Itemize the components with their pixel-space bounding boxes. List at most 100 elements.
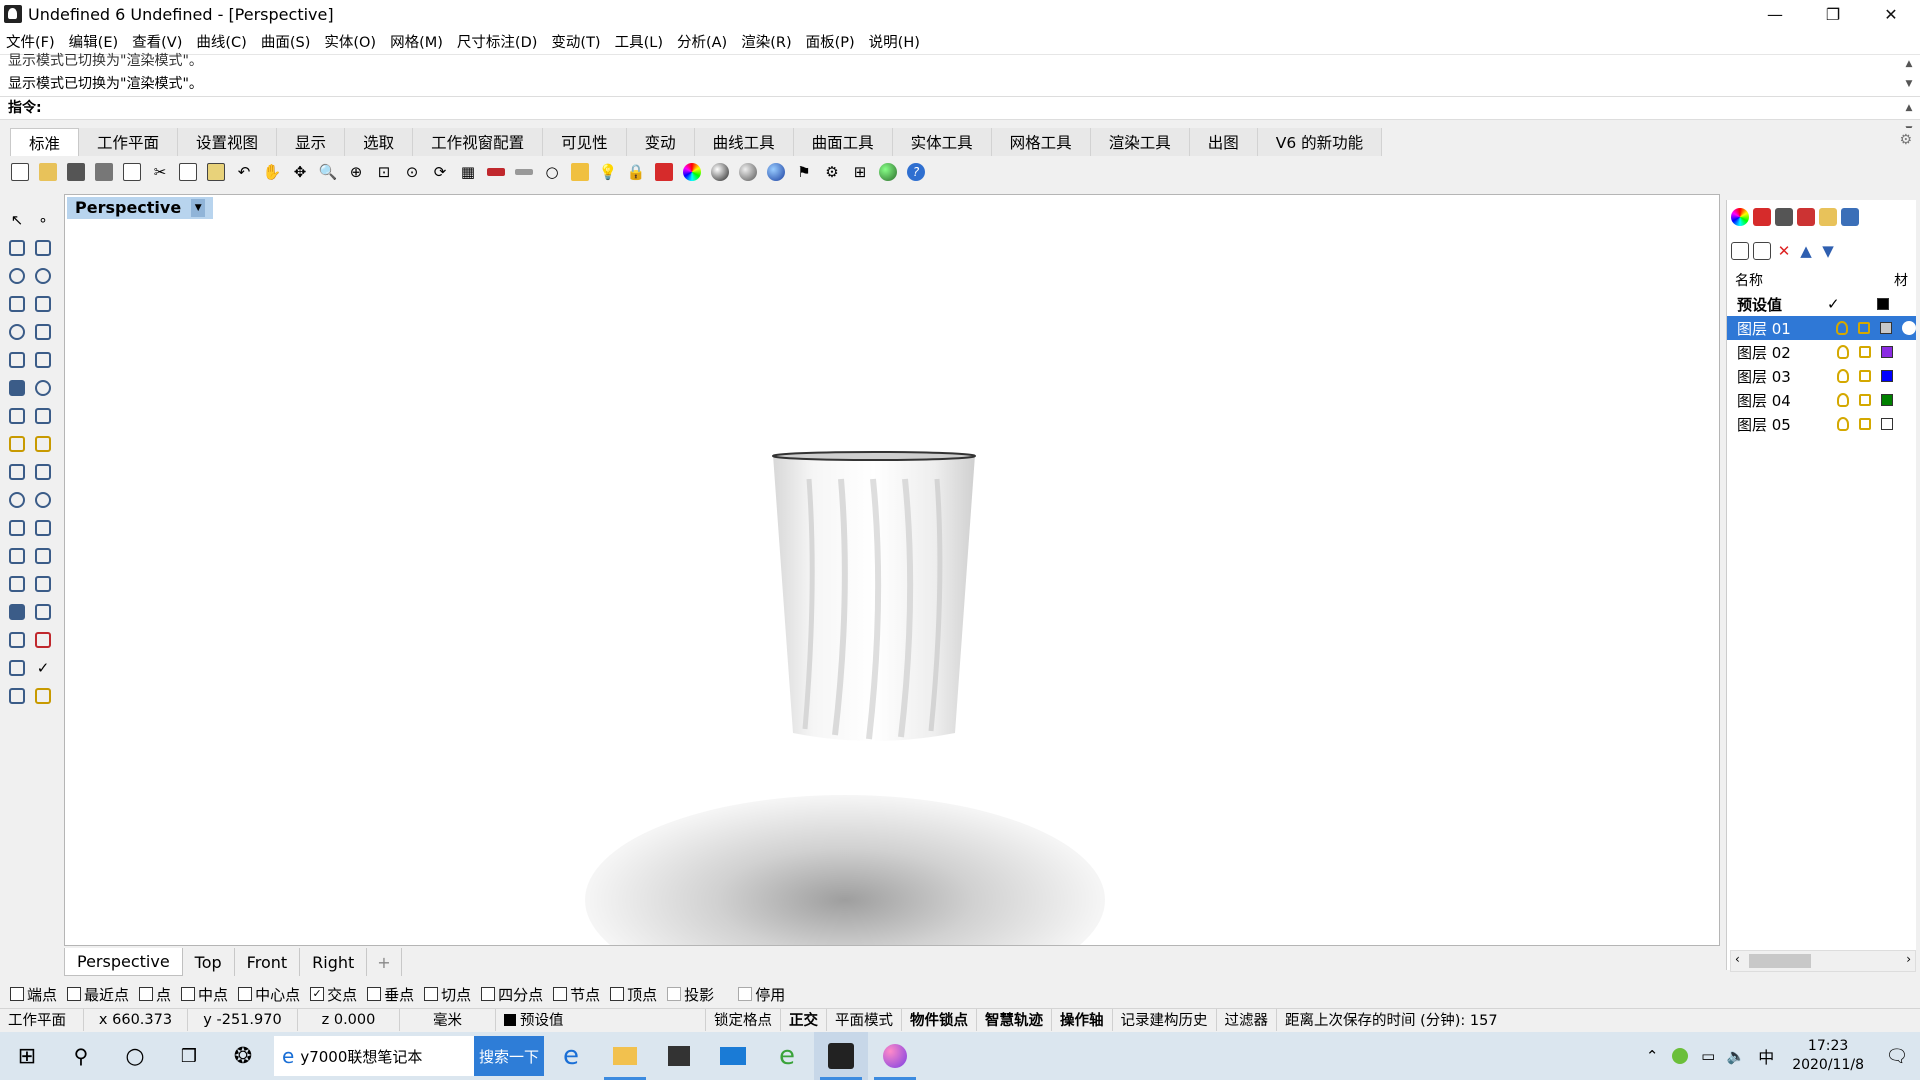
menu-dimension[interactable]: 尺寸标注(D) bbox=[457, 31, 537, 52]
render-tab-icon[interactable] bbox=[1775, 208, 1793, 226]
scrollbar-thumb[interactable] bbox=[1749, 954, 1811, 968]
tab-standard[interactable]: 标准 bbox=[10, 128, 80, 156]
move-down-icon[interactable]: ▼ bbox=[1819, 242, 1837, 260]
move-tool-icon[interactable] bbox=[32, 573, 54, 595]
windows-start-icon[interactable]: ⊞ bbox=[0, 1032, 54, 1080]
status-osnap[interactable]: 物件锁点 bbox=[902, 1008, 977, 1031]
cylinder-tool-icon[interactable] bbox=[6, 405, 28, 427]
tab-display[interactable]: 显示 bbox=[277, 128, 346, 156]
osnap-tan[interactable]: 切点 bbox=[424, 984, 471, 1005]
curve-icon[interactable] bbox=[32, 237, 54, 259]
materials-tab-icon[interactable] bbox=[1797, 208, 1815, 226]
trim-tool-icon[interactable] bbox=[6, 517, 28, 539]
shield-tool-icon[interactable] bbox=[6, 657, 28, 679]
tool-icon[interactable] bbox=[512, 160, 536, 184]
rhino-taskbar-icon[interactable] bbox=[814, 1032, 868, 1080]
store-icon[interactable] bbox=[652, 1032, 706, 1080]
menu-view[interactable]: 查看(V) bbox=[132, 31, 182, 52]
scale-tool-icon[interactable] bbox=[32, 545, 54, 567]
viewport-dropdown-icon[interactable]: ▼ bbox=[191, 199, 206, 217]
tab-select[interactable]: 选取 bbox=[345, 128, 414, 156]
select-arrow-icon[interactable]: ↖ bbox=[6, 209, 28, 231]
menu-render[interactable]: 渲染(R) bbox=[741, 31, 791, 52]
pan-icon[interactable]: ✋ bbox=[260, 160, 284, 184]
menu-analyze[interactable]: 分析(A) bbox=[677, 31, 727, 52]
osnap-quad[interactable]: 四分点 bbox=[481, 984, 543, 1005]
group-tool-icon[interactable] bbox=[32, 489, 54, 511]
new-sublayer-icon[interactable] bbox=[1753, 242, 1771, 260]
layer-color-swatch[interactable] bbox=[1881, 370, 1893, 382]
circle-tool-icon[interactable] bbox=[6, 265, 28, 287]
status-filter[interactable]: 过滤器 bbox=[1217, 1008, 1277, 1031]
osnap-vertex[interactable]: 顶点 bbox=[610, 984, 657, 1005]
scroll-down-icon[interactable]: ▼ bbox=[1902, 79, 1916, 89]
settings-gear-icon[interactable]: ⚙ bbox=[1899, 132, 1912, 148]
osnap-point[interactable]: 点 bbox=[139, 984, 171, 1005]
menu-file[interactable]: 文件(F) bbox=[6, 31, 55, 52]
properties-tab-icon[interactable] bbox=[1731, 208, 1749, 226]
menu-curve[interactable]: 曲线(C) bbox=[196, 31, 246, 52]
libraries-tab-icon[interactable] bbox=[1819, 208, 1837, 226]
osnap-disable[interactable]: 停用 bbox=[738, 984, 785, 1005]
osnap-near[interactable]: 最近点 bbox=[67, 984, 129, 1005]
layer-row-default[interactable]: 预设值 ✓ bbox=[1727, 292, 1916, 316]
cortana-icon[interactable]: ○ bbox=[108, 1032, 162, 1080]
print-icon[interactable] bbox=[92, 160, 116, 184]
notification-icon[interactable]: 🗨 bbox=[1874, 1032, 1920, 1080]
layer-color-swatch[interactable] bbox=[1881, 418, 1893, 430]
paint-tool-icon[interactable] bbox=[32, 685, 54, 707]
menu-solid[interactable]: 实体(O) bbox=[324, 31, 376, 52]
layer-row[interactable]: 图层 05 bbox=[1727, 412, 1916, 436]
open-icon[interactable] bbox=[36, 160, 60, 184]
layer-row[interactable]: 图层 02 bbox=[1727, 340, 1916, 364]
command-line[interactable]: 指令: ▲▼ bbox=[0, 96, 1920, 135]
tab-new-in-v6[interactable]: V6 的新功能 bbox=[1257, 128, 1383, 156]
menu-transform[interactable]: 变动(T) bbox=[551, 31, 600, 52]
zoom-window-icon[interactable]: ⊕ bbox=[344, 160, 368, 184]
grid-array-icon[interactable] bbox=[6, 629, 28, 651]
vptab-top[interactable]: Top bbox=[182, 948, 235, 976]
zoom-icon[interactable]: 🔍 bbox=[316, 160, 340, 184]
lock-icon[interactable] bbox=[1858, 322, 1871, 334]
layer-color-swatch[interactable] bbox=[1877, 298, 1889, 310]
search-icon[interactable]: ⚲ bbox=[54, 1032, 108, 1080]
layers-tab-icon[interactable] bbox=[1753, 208, 1771, 226]
lock-icon[interactable] bbox=[1859, 346, 1871, 358]
tab-set-view[interactable]: 设置视图 bbox=[178, 128, 278, 156]
menu-mesh[interactable]: 网格(M) bbox=[390, 31, 443, 52]
bulb-icon[interactable] bbox=[1836, 321, 1849, 335]
ellipse-tool-icon[interactable] bbox=[32, 265, 54, 287]
layer-color-swatch[interactable] bbox=[1881, 394, 1893, 406]
edge-browser-icon[interactable]: e bbox=[544, 1032, 598, 1080]
add-viewport-icon[interactable]: + bbox=[367, 948, 402, 976]
polygon-tool-icon[interactable] bbox=[6, 293, 28, 315]
scroll-left-icon[interactable]: ‹ bbox=[1735, 952, 1740, 966]
vptab-right[interactable]: Right bbox=[300, 948, 368, 976]
layer-material-icon[interactable] bbox=[1902, 321, 1916, 335]
sphere-icon[interactable] bbox=[708, 160, 732, 184]
paste-icon[interactable] bbox=[204, 160, 228, 184]
solid-edit-icon[interactable] bbox=[6, 601, 28, 623]
tab-transform[interactable]: 变动 bbox=[626, 128, 695, 156]
flag-icon[interactable]: ⚑ bbox=[792, 160, 816, 184]
explode-tool-icon[interactable] bbox=[32, 433, 54, 455]
menu-panels[interactable]: 面板(P) bbox=[806, 31, 855, 52]
layer-row[interactable]: 图层 04 bbox=[1727, 388, 1916, 412]
array-tool-icon[interactable] bbox=[6, 573, 28, 595]
color-app-icon[interactable] bbox=[868, 1032, 922, 1080]
tab-curve-tools[interactable]: 曲线工具 bbox=[694, 128, 794, 156]
viewport-title[interactable]: Perspective ▼ bbox=[67, 197, 214, 219]
box-tool-icon[interactable] bbox=[6, 377, 28, 399]
move-up-icon[interactable]: ▲ bbox=[1797, 242, 1815, 260]
select-icon[interactable] bbox=[568, 160, 592, 184]
arc-tool-icon[interactable] bbox=[6, 321, 28, 343]
new-layer-icon[interactable] bbox=[1731, 242, 1749, 260]
close-button[interactable]: ✕ bbox=[1862, 0, 1920, 28]
mesh-tool-icon[interactable] bbox=[6, 433, 28, 455]
status-planar[interactable]: 平面模式 bbox=[827, 1008, 902, 1031]
scroll-up-icon[interactable]: ▲ bbox=[1902, 59, 1916, 69]
osnap-center[interactable]: 中心点 bbox=[238, 984, 300, 1005]
layer-icon[interactable] bbox=[652, 160, 676, 184]
rendered-cup[interactable] bbox=[769, 449, 979, 749]
zoom-extents-icon[interactable]: ⊡ bbox=[372, 160, 396, 184]
